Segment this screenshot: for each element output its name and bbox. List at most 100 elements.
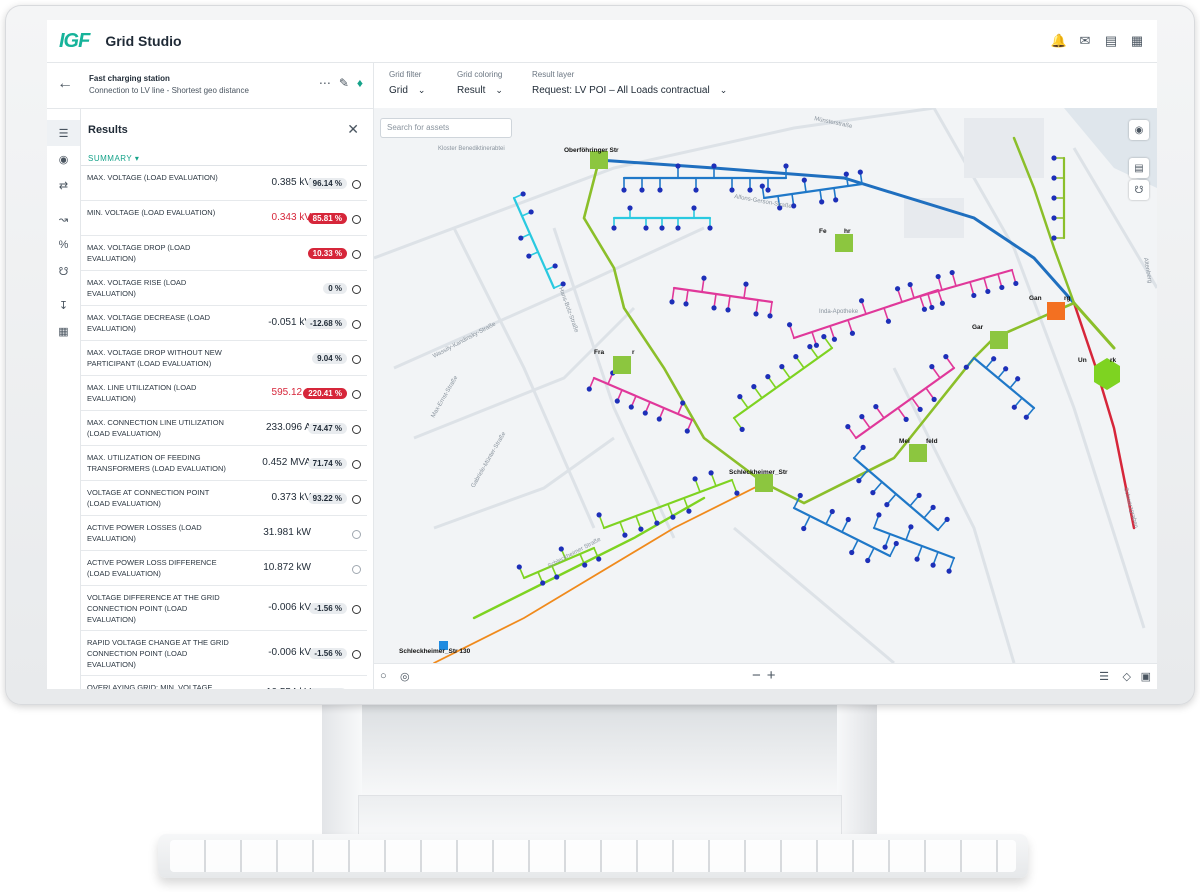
load-node[interactable] (1051, 195, 1057, 201)
load-node[interactable] (675, 163, 681, 169)
load-node[interactable] (643, 225, 649, 231)
load-node[interactable] (739, 426, 745, 432)
load-node[interactable] (1013, 280, 1019, 287)
load-node[interactable] (747, 187, 753, 193)
locate-target-icon[interactable] (352, 425, 361, 434)
load-node[interactable] (552, 263, 558, 269)
load-node[interactable] (516, 564, 522, 570)
load-node[interactable] (943, 354, 949, 360)
load-node[interactable] (654, 520, 660, 526)
line-chart-icon[interactable]: ↝ (47, 206, 80, 232)
locate-target-icon[interactable] (352, 390, 361, 399)
load-node[interactable] (829, 508, 835, 515)
globe-icon[interactable]: ○ (380, 670, 387, 682)
load-node[interactable] (807, 344, 813, 350)
load-node[interactable] (921, 306, 928, 312)
calculator-icon[interactable]: ▦ (47, 318, 80, 344)
load-node[interactable] (779, 364, 785, 370)
load-node[interactable] (801, 177, 807, 183)
load-node[interactable] (860, 444, 866, 450)
load-node[interactable] (765, 187, 771, 193)
load-node[interactable] (686, 508, 692, 514)
close-icon[interactable]: ✕ (347, 121, 359, 138)
load-node[interactable] (876, 512, 882, 518)
load-node[interactable] (520, 191, 526, 197)
load-node[interactable] (582, 562, 588, 568)
swap-icon[interactable]: ⇄ (47, 172, 80, 198)
load-node[interactable] (849, 330, 856, 336)
load-node[interactable] (946, 568, 952, 574)
load-node[interactable] (1015, 376, 1021, 382)
load-node[interactable] (1051, 155, 1057, 161)
load-node[interactable] (691, 205, 697, 211)
apps-grid-icon[interactable]: ▦ (1129, 33, 1145, 49)
load-node[interactable] (586, 386, 592, 392)
load-node[interactable] (1011, 404, 1017, 410)
locate-target-icon[interactable] (352, 530, 361, 539)
load-node[interactable] (528, 209, 534, 215)
load-node[interactable] (797, 492, 803, 499)
load-node[interactable] (708, 470, 714, 476)
layers-icon[interactable]: ◇ (1123, 670, 1131, 683)
load-node[interactable] (801, 525, 807, 532)
load-node[interactable] (894, 286, 901, 292)
load-node[interactable] (845, 424, 851, 430)
substation-marker[interactable] (1047, 302, 1065, 320)
load-node[interactable] (693, 187, 699, 193)
load-node[interactable] (873, 404, 879, 410)
grid-coloring-select[interactable]: Result ⌄ (457, 85, 503, 96)
load-node[interactable] (903, 416, 909, 422)
load-node[interactable] (963, 364, 969, 370)
zoom-in-button[interactable]: + (767, 667, 782, 684)
locate-target-icon[interactable] (352, 180, 361, 189)
load-node[interactable] (734, 490, 740, 496)
map-view[interactable]: Oberföhringer Str Fe hr Fra r Schleckhei… (374, 108, 1157, 663)
load-node[interactable] (711, 163, 717, 169)
substation-marker[interactable] (835, 234, 853, 252)
load-node[interactable] (908, 524, 914, 530)
load-node[interactable] (870, 490, 876, 496)
load-node[interactable] (753, 311, 759, 317)
load-node[interactable] (884, 502, 890, 508)
locate-target-icon[interactable] (352, 250, 361, 259)
load-node[interactable] (939, 300, 946, 306)
load-node[interactable] (526, 253, 532, 259)
locate-target-icon[interactable] (352, 215, 361, 224)
load-node[interactable] (558, 546, 564, 552)
load-node[interactable] (554, 574, 560, 580)
load-node[interactable] (751, 384, 757, 390)
download-icon[interactable]: ↧ (47, 292, 80, 318)
summary-toggle[interactable]: SUMMARY ▾ (88, 154, 139, 163)
load-node[interactable] (642, 410, 648, 416)
substation-marker[interactable] (990, 331, 1008, 349)
locate-target-icon[interactable] (352, 320, 361, 329)
list-icon[interactable]: ☰ (1099, 670, 1109, 683)
load-node[interactable] (596, 512, 602, 518)
grid-filter-select[interactable]: Grid ⌄ (389, 85, 425, 96)
locate-target-icon[interactable] (352, 605, 361, 614)
grid-map[interactable]: Oberföhringer Str Fe hr Fra r Schleckhei… (374, 108, 1157, 663)
load-node[interactable] (692, 476, 698, 482)
load-node[interactable] (657, 187, 663, 193)
substation-marker[interactable] (613, 356, 631, 374)
load-node[interactable] (638, 526, 644, 532)
load-node[interactable] (675, 225, 681, 231)
load-node[interactable] (916, 492, 922, 498)
tag-icon[interactable]: ♦ (357, 76, 363, 90)
load-node[interactable] (907, 281, 913, 288)
zoom-out-button[interactable]: − (752, 667, 767, 684)
load-node[interactable] (683, 301, 689, 307)
load-node[interactable] (684, 428, 690, 434)
load-node[interactable] (656, 416, 662, 422)
load-node[interactable] (737, 394, 743, 400)
hierarchy-view-icon[interactable]: ☋ (1129, 180, 1149, 200)
edit-icon[interactable]: ✎ (339, 76, 349, 90)
load-node[interactable] (971, 292, 977, 299)
locate-target-icon[interactable] (352, 495, 361, 504)
load-node[interactable] (793, 354, 799, 360)
asset-search-input[interactable]: Search for assets (380, 118, 512, 138)
load-node[interactable] (669, 299, 675, 305)
percent-icon[interactable]: % (47, 232, 80, 258)
load-node[interactable] (985, 288, 991, 295)
load-node[interactable] (813, 342, 820, 348)
